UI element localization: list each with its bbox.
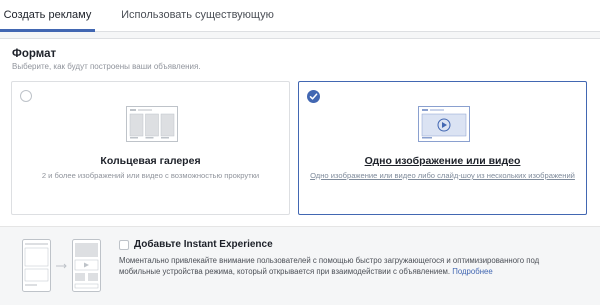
carousel-title: Кольцевая галерея [100, 155, 201, 167]
carousel-description: 2 и более изображений или видео с возмож… [41, 171, 260, 180]
tab-create-ad[interactable]: Создать рекламу [0, 0, 95, 32]
checkmark-icon [309, 93, 318, 100]
tab-use-existing-post[interactable]: Использовать существующую публикацию [105, 0, 290, 51]
tab-bar: Создать рекламу Использовать существующу… [0, 0, 600, 51]
carousel-radio[interactable] [20, 90, 32, 102]
format-subtitle: Выберите, как будут построены ваши объяв… [12, 62, 201, 71]
single-media-option-card[interactable]: Одно изображение или видео Одно изображе… [298, 81, 587, 215]
carousel-option-card[interactable]: Кольцевая галерея 2 и более изображений … [11, 81, 290, 215]
instant-experience-icon [22, 239, 101, 292]
single-media-radio-checked[interactable] [307, 90, 320, 103]
instant-experience-checkbox[interactable] [119, 240, 129, 250]
carousel-icon [126, 106, 178, 142]
instant-experience-section: Добавьте Instant Experience Моментально … [0, 226, 600, 305]
single-media-description: Одно изображение или видео либо слайд-шо… [310, 171, 575, 180]
learn-more-link[interactable]: Подробнее [452, 267, 492, 276]
instant-experience-description: Моментально привлекайте внимание пользов… [119, 255, 579, 277]
single-video-icon [418, 106, 470, 142]
instant-experience-title: Добавьте Instant Experience [134, 239, 273, 250]
format-panel: Формат Выберите, как будут построены ваш… [0, 38, 600, 305]
single-media-title: Одно изображение или видео [364, 155, 521, 167]
format-title: Формат [12, 48, 57, 60]
